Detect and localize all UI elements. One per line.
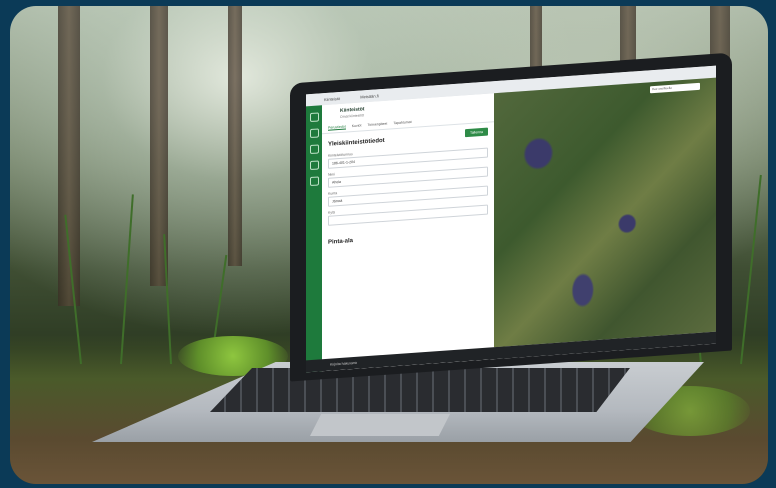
laptop-lid: Kiinteistö Metsään.fi Kiinteistöt Omat k… <box>290 52 732 382</box>
map-search-input[interactable]: Hae osoitteella <box>650 82 700 94</box>
taskbar-search[interactable]: Kirjoita hakusana <box>330 361 357 367</box>
tab-perustiedot[interactable]: Perustiedot <box>328 124 346 131</box>
browser-tab-title[interactable]: Kiinteistö <box>324 95 340 101</box>
satellite-map[interactable]: Hae osoitteella <box>494 77 716 348</box>
tab-toimenpiteet[interactable]: Toimenpiteet <box>367 122 387 128</box>
browser-address[interactable]: Metsään.fi <box>360 93 378 99</box>
laptop-keyboard <box>210 368 630 412</box>
home-icon[interactable] <box>309 112 319 123</box>
layers-icon[interactable] <box>309 128 319 139</box>
tab-kuviot[interactable]: Kuviot <box>352 123 362 129</box>
app-nav-rail <box>306 105 322 373</box>
list-icon[interactable] <box>309 144 319 155</box>
laptop-screen: Kiinteistö Metsään.fi Kiinteistöt Omat k… <box>306 65 716 373</box>
tree-icon[interactable] <box>309 160 319 171</box>
tree-trunk <box>228 6 242 266</box>
photo-frame: Kiinteistö Metsään.fi Kiinteistöt Omat k… <box>10 6 768 484</box>
settings-icon[interactable] <box>309 176 319 187</box>
laptop-trackpad <box>310 414 450 436</box>
tab-tapahtumat[interactable]: Tapahtumat <box>393 120 411 126</box>
save-button[interactable]: Tallenna <box>464 127 488 138</box>
property-panel: Kiinteistöt Omat kiinteistöt Perustiedot… <box>322 93 494 372</box>
